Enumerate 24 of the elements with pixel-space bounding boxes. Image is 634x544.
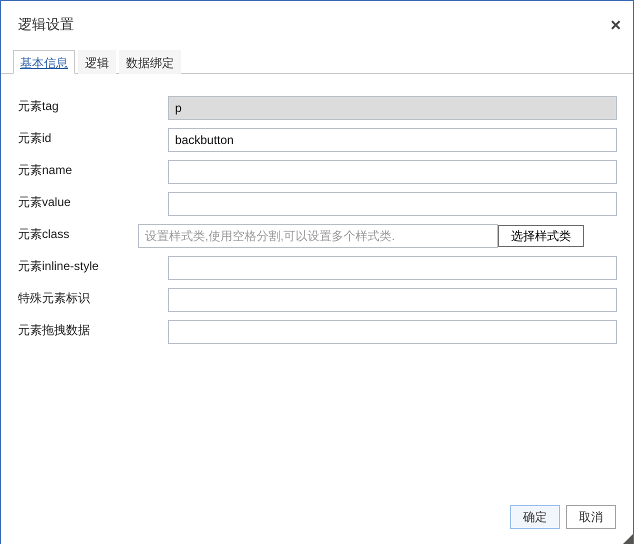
field-label: 元素id <box>18 130 52 147</box>
field-label: 元素value <box>18 194 72 211</box>
resize-grip-icon[interactable] <box>623 534 633 544</box>
tab[interactable]: 逻辑 <box>78 50 116 74</box>
input-field[interactable]: 设置样式类,使用空格分割,可以设置多个样式类. <box>138 224 498 248</box>
window-title: 逻辑设置 <box>18 16 74 34</box>
field-label: 元素tag <box>18 98 60 115</box>
field-label: 元素name <box>18 162 74 179</box>
tab[interactable]: 基本信息 <box>13 50 75 74</box>
input-field[interactable] <box>168 288 617 312</box>
field-label: 特殊元素标识 <box>18 290 91 307</box>
input-field[interactable] <box>168 320 617 344</box>
choose-button[interactable]: 选择样式类 <box>498 225 584 247</box>
field-label: 元素class <box>18 226 70 243</box>
tab[interactable]: 数据绑定 <box>119 50 181 74</box>
input-field[interactable]: backbutton <box>168 128 617 152</box>
input-field[interactable] <box>168 160 617 184</box>
input-field[interactable] <box>168 192 617 216</box>
dialog-button[interactable]: 取消 <box>566 505 616 529</box>
field-label: 元素inline-style <box>18 258 100 275</box>
dialog-button[interactable]: 确定 <box>510 505 560 529</box>
close-button[interactable]: × <box>610 16 621 34</box>
input-field[interactable] <box>168 256 617 280</box>
field-label: 元素拖拽数据 <box>18 322 91 339</box>
